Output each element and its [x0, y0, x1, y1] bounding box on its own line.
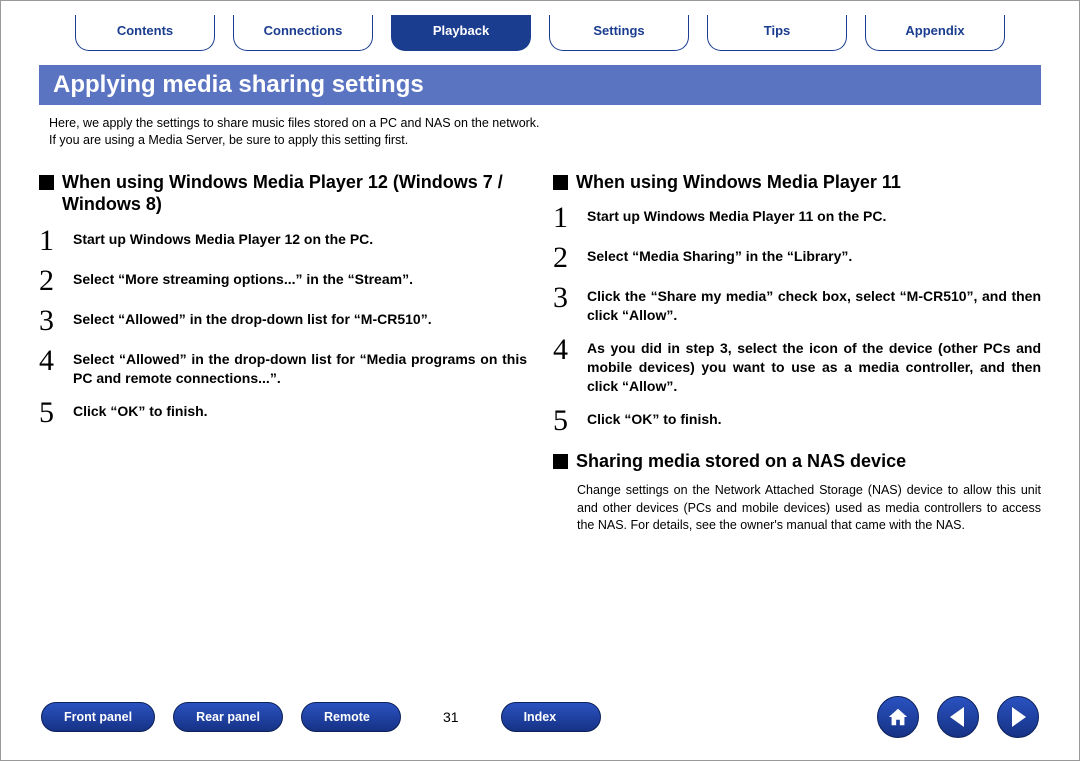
step-item: 5Click “OK” to finish.	[553, 406, 1041, 436]
square-bullet-icon	[553, 175, 568, 190]
step-text: Click “OK” to finish.	[73, 398, 208, 421]
step-item: 2Select “Media Sharing” in the “Library”…	[553, 243, 1041, 273]
steps-list-left: 1Start up Windows Media Player 12 on the…	[39, 226, 527, 428]
subheading-wmp11: When using Windows Media Player 11	[553, 171, 1041, 194]
step-text: Click the “Share my media” check box, se…	[587, 283, 1041, 325]
next-page-button[interactable]	[997, 696, 1039, 738]
step-item: 3Select “Allowed” in the drop-down list …	[39, 306, 527, 336]
subheading-wmp12: When using Windows Media Player 12 (Wind…	[39, 171, 527, 216]
nav-front-panel-button[interactable]: Front panel	[41, 702, 155, 732]
right-column: When using Windows Media Player 11 1Star…	[553, 165, 1041, 535]
tab-tips[interactable]: Tips	[707, 15, 847, 51]
step-text: Start up Windows Media Player 11 on the …	[587, 203, 886, 226]
tab-playback[interactable]: Playback	[391, 15, 531, 51]
intro-text: Here, we apply the settings to share mus…	[1, 111, 1079, 159]
step-item: 5Click “OK” to finish.	[39, 398, 527, 428]
nav-index-button[interactable]: Index	[501, 702, 601, 732]
top-nav: Contents Connections Playback Settings T…	[1, 1, 1079, 55]
steps-list-right: 1Start up Windows Media Player 11 on the…	[553, 203, 1041, 435]
step-text: Start up Windows Media Player 12 on the …	[73, 226, 373, 249]
bottom-bar: Front panel Rear panel Remote 31 Index	[1, 696, 1079, 738]
step-text: Select “Media Sharing” in the “Library”.	[587, 243, 852, 266]
page-title: Applying media sharing settings	[39, 65, 1041, 105]
step-number: 4	[39, 346, 73, 376]
step-number: 5	[39, 398, 73, 428]
square-bullet-icon	[553, 454, 568, 469]
step-number: 5	[553, 406, 587, 436]
step-item: 1Start up Windows Media Player 12 on the…	[39, 226, 527, 256]
step-item: 2Select “More streaming options...” in t…	[39, 266, 527, 296]
tab-connections[interactable]: Connections	[233, 15, 373, 51]
step-number: 3	[553, 283, 587, 313]
step-item: 3Click the “Share my media” check box, s…	[553, 283, 1041, 325]
page-number: 31	[419, 709, 483, 725]
step-text: Select “Allowed” in the drop-down list f…	[73, 306, 432, 329]
nav-remote-button[interactable]: Remote	[301, 702, 401, 732]
square-bullet-icon	[39, 175, 54, 190]
step-number: 2	[553, 243, 587, 273]
subheading-text: Sharing media stored on a NAS device	[576, 450, 906, 473]
step-number: 4	[553, 335, 587, 365]
step-number: 3	[39, 306, 73, 336]
intro-line: If you are using a Media Server, be sure…	[49, 132, 1031, 149]
step-item: 1Start up Windows Media Player 11 on the…	[553, 203, 1041, 233]
subheading-text: When using Windows Media Player 12 (Wind…	[62, 171, 527, 216]
step-item: 4As you did in step 3, select the icon o…	[553, 335, 1041, 396]
intro-line: Here, we apply the settings to share mus…	[49, 115, 1031, 132]
nas-note: Change settings on the Network Attached …	[553, 482, 1041, 535]
subheading-text: When using Windows Media Player 11	[576, 171, 901, 194]
tab-settings[interactable]: Settings	[549, 15, 689, 51]
step-text: Select “More streaming options...” in th…	[73, 266, 413, 289]
prev-page-button[interactable]	[937, 696, 979, 738]
home-button[interactable]	[877, 696, 919, 738]
home-icon	[887, 706, 909, 728]
step-number: 2	[39, 266, 73, 296]
step-text: Select “Allowed” in the drop-down list f…	[73, 346, 527, 388]
step-item: 4Select “Allowed” in the drop-down list …	[39, 346, 527, 388]
nav-rear-panel-button[interactable]: Rear panel	[173, 702, 283, 732]
subheading-nas: Sharing media stored on a NAS device	[553, 450, 1041, 473]
step-number: 1	[39, 226, 73, 256]
tab-appendix[interactable]: Appendix	[865, 15, 1005, 51]
tab-contents[interactable]: Contents	[75, 15, 215, 51]
left-column: When using Windows Media Player 12 (Wind…	[39, 165, 527, 535]
step-text: As you did in step 3, select the icon of…	[587, 335, 1041, 396]
step-number: 1	[553, 203, 587, 233]
content-columns: When using Windows Media Player 12 (Wind…	[1, 159, 1079, 535]
step-text: Click “OK” to finish.	[587, 406, 722, 429]
